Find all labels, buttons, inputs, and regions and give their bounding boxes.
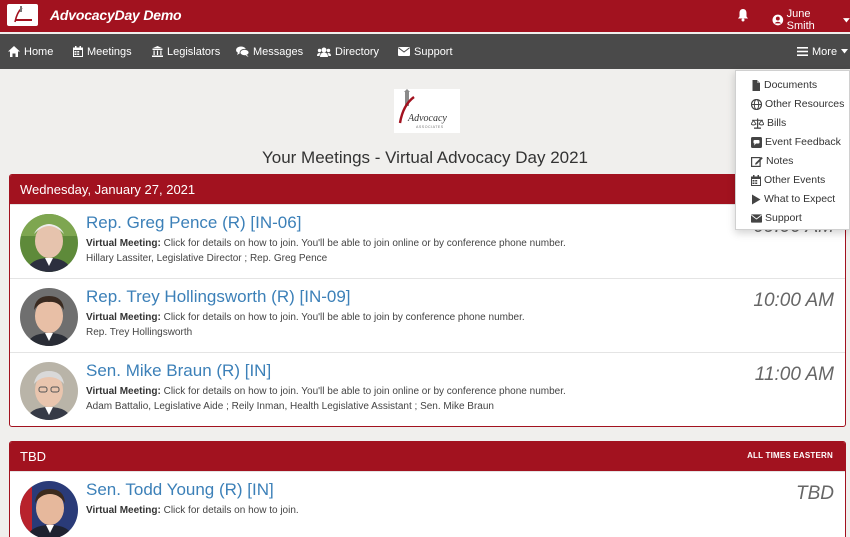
avatar bbox=[20, 362, 78, 420]
menu-item-what-to-expect-label: What to Expect bbox=[764, 193, 836, 205]
menu-item-what-to-expect[interactable]: What to Expect bbox=[751, 191, 835, 207]
meeting-time: 10:00 AM bbox=[753, 290, 834, 311]
nav-legislators[interactable]: Legislators bbox=[152, 34, 220, 69]
legislator-name-link[interactable]: Rep. Trey Hollingsworth (R) [IN-09] bbox=[86, 287, 351, 307]
day-heading: TBD ALL TIMES EASTERN bbox=[10, 442, 845, 471]
legislator-name-link[interactable]: Rep. Greg Pence (R) [IN-06] bbox=[86, 213, 301, 233]
nav-support-label: Support bbox=[414, 45, 453, 58]
users-icon bbox=[317, 47, 331, 57]
nav-more[interactable]: More bbox=[797, 34, 849, 69]
nav-legislators-label: Legislators bbox=[167, 45, 221, 58]
menu-item-event-feedback-label: Event Feedback bbox=[765, 136, 841, 148]
meeting-row[interactable]: Rep. Greg Pence (R) [IN-06] Virtual Meet… bbox=[10, 204, 845, 278]
user-menu[interactable]: June Smith bbox=[772, 8, 850, 32]
brand-title[interactable]: AdvocacyDay Demo bbox=[50, 7, 182, 23]
caret-down-icon bbox=[841, 49, 849, 54]
nav-directory-label: Directory bbox=[335, 45, 380, 58]
envelope-icon bbox=[398, 47, 410, 56]
bell-icon[interactable] bbox=[737, 8, 749, 22]
meeting-row[interactable]: Sen. Todd Young (R) [IN] Virtual Meeting… bbox=[10, 471, 845, 537]
meeting-day-card: TBD ALL TIMES EASTERN Sen. Todd Young (R… bbox=[9, 441, 846, 537]
meeting-row[interactable]: Sen. Mike Braun (R) [IN] Virtual Meeting… bbox=[10, 352, 845, 426]
menu-item-documents-label: Documents bbox=[764, 79, 818, 91]
menu-item-support-label: Support bbox=[765, 212, 802, 224]
meeting-instructions: Click for details on how to join. You'll… bbox=[163, 312, 525, 323]
calendar-icon bbox=[73, 46, 83, 57]
legislator-name-link[interactable]: Sen. Mike Braun (R) [IN] bbox=[86, 361, 271, 381]
envelope-icon bbox=[751, 213, 762, 223]
nav-support[interactable]: Support bbox=[398, 34, 453, 69]
meeting-details: Virtual Meeting: Click for details on ho… bbox=[86, 238, 566, 249]
top-bar: AdvocacyDay Demo June Smith bbox=[0, 0, 850, 32]
menu-item-event-feedback[interactable]: Event Feedback bbox=[751, 134, 841, 150]
nav-more-label: More bbox=[812, 45, 838, 58]
home-icon bbox=[8, 46, 20, 57]
user-name: June Smith bbox=[786, 8, 815, 32]
avatar bbox=[20, 288, 78, 346]
menu-item-documents[interactable]: Documents bbox=[751, 77, 817, 93]
nav-directory[interactable]: Directory bbox=[317, 34, 379, 69]
nav-meetings[interactable]: Meetings bbox=[73, 34, 132, 69]
meeting-type-label: Virtual Meeting: bbox=[86, 505, 161, 516]
balance-scale-icon bbox=[751, 118, 764, 129]
brand-logo[interactable] bbox=[7, 4, 38, 26]
meeting-details: Virtual Meeting: Click for details on ho… bbox=[86, 312, 525, 323]
meeting-type-label: Virtual Meeting: bbox=[86, 312, 161, 323]
comment-box-icon bbox=[751, 136, 762, 148]
meeting-day-card: Wednesday, January 27, 2021 Rep. Greg Pe… bbox=[9, 174, 846, 427]
nav-messages[interactable]: Messages bbox=[236, 34, 303, 69]
timezone-note: ALL TIMES EASTERN bbox=[747, 451, 833, 460]
meeting-attendees: Rep. Trey Hollingsworth bbox=[86, 327, 193, 338]
menu-item-bills[interactable]: Bills bbox=[751, 115, 786, 131]
nav-home-label: Home bbox=[24, 45, 54, 58]
meeting-details: Virtual Meeting: Click for details on ho… bbox=[86, 505, 299, 516]
meeting-time: 11:00 AM bbox=[754, 364, 834, 385]
meeting-attendees: Hillary Lassiter, Legislative Director ;… bbox=[86, 253, 328, 264]
nav-home[interactable]: Home bbox=[8, 34, 53, 69]
avatar bbox=[20, 214, 78, 272]
day-heading-label: Wednesday, January 27, 2021 bbox=[20, 182, 196, 197]
logo-text: Advocacy bbox=[407, 113, 447, 124]
meeting-instructions: Click for details on how to join. bbox=[163, 505, 299, 516]
file-icon bbox=[752, 79, 760, 91]
edit-icon bbox=[751, 156, 763, 167]
meeting-time: TBD bbox=[796, 483, 834, 504]
main-nav: Home Meetings Legislators Messages Direc… bbox=[0, 34, 850, 69]
day-heading-label: TBD bbox=[20, 449, 46, 464]
bars-icon bbox=[797, 47, 808, 56]
nav-messages-label: Messages bbox=[253, 45, 304, 58]
meeting-instructions: Click for details on how to join. You'll… bbox=[163, 238, 566, 249]
more-dropdown-menu: Documents Other Resources Bills Event Fe… bbox=[735, 70, 850, 230]
page-title: Your Meetings - Virtual Advocacy Day 202… bbox=[261, 148, 589, 167]
meeting-instructions: Click for details on how to join. You'll… bbox=[163, 386, 566, 397]
menu-item-bills-label: Bills bbox=[767, 117, 787, 129]
meeting-row[interactable]: Rep. Trey Hollingsworth (R) [IN-09] Virt… bbox=[10, 278, 845, 352]
globe-icon bbox=[751, 98, 762, 110]
menu-item-other-resources[interactable]: Other Resources bbox=[751, 96, 844, 112]
legislator-name-link[interactable]: Sen. Todd Young (R) [IN] bbox=[86, 480, 274, 500]
play-icon bbox=[752, 194, 761, 204]
logo-subtext: ASSOCIATES bbox=[416, 125, 444, 129]
menu-item-notes-label: Notes bbox=[766, 155, 794, 167]
user-circle-icon bbox=[772, 14, 784, 26]
event-logo: Advocacy ASSOCIATES bbox=[394, 89, 460, 133]
nav-meetings-label: Meetings bbox=[87, 45, 132, 58]
caret-down-icon bbox=[843, 17, 850, 22]
meeting-type-label: Virtual Meeting: bbox=[86, 386, 161, 397]
menu-item-other-resources-label: Other Resources bbox=[765, 98, 845, 110]
menu-item-other-events-label: Other Events bbox=[764, 174, 826, 186]
menu-item-notes[interactable]: Notes bbox=[751, 153, 793, 169]
meeting-details: Virtual Meeting: Click for details on ho… bbox=[86, 386, 566, 397]
menu-item-other-events[interactable]: Other Events bbox=[751, 172, 825, 188]
calendar-icon bbox=[751, 174, 761, 186]
meeting-attendees: Adam Battalio, Legislative Aide ; Reily … bbox=[86, 401, 494, 412]
menu-item-support[interactable]: Support bbox=[751, 210, 802, 226]
comments-icon bbox=[236, 46, 249, 57]
day-heading: Wednesday, January 27, 2021 bbox=[10, 175, 845, 204]
avatar bbox=[20, 481, 78, 537]
meeting-type-label: Virtual Meeting: bbox=[86, 238, 161, 249]
institution-icon bbox=[152, 46, 163, 57]
